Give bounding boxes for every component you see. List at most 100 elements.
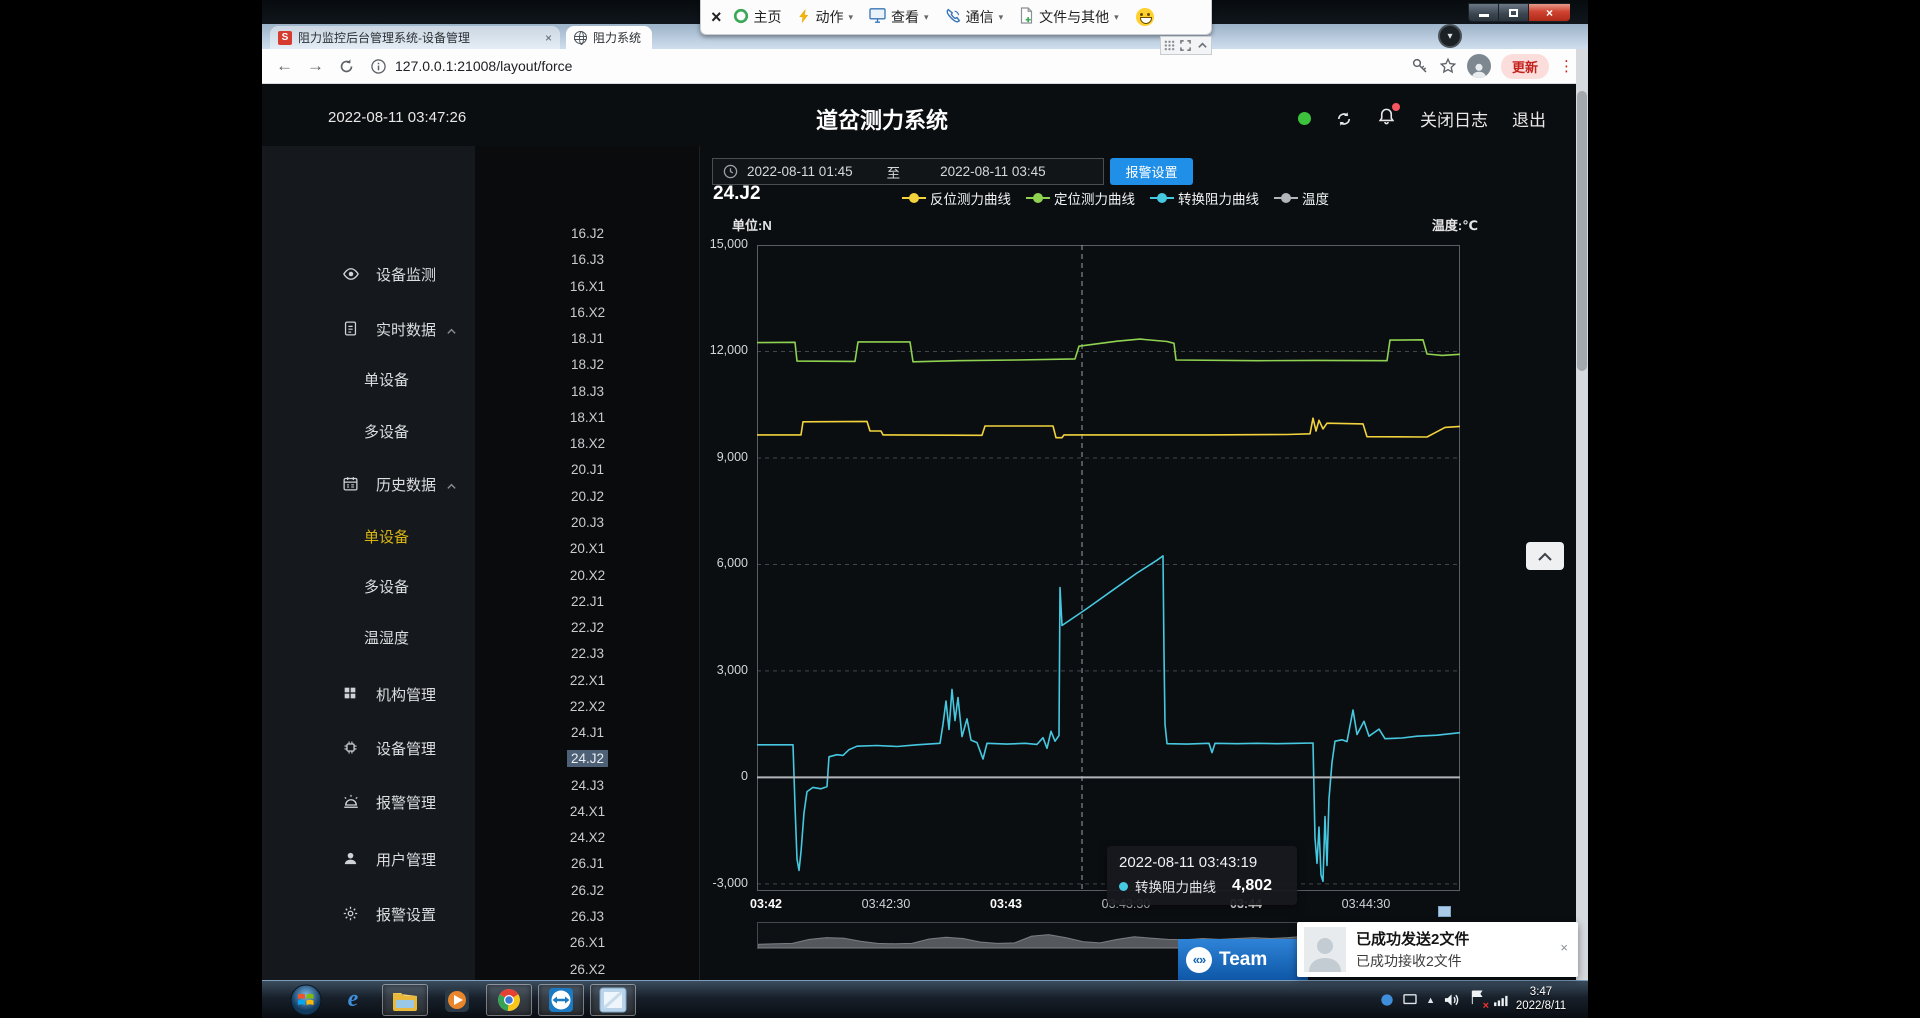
- sidebar-item-2[interactable]: 历史数据: [262, 469, 475, 499]
- clock-icon: [723, 164, 738, 179]
- logout-button[interactable]: 退出: [1512, 106, 1546, 131]
- file-transfer-notification[interactable]: 已成功发送2文件 已成功接收2文件 ×: [1297, 922, 1578, 977]
- tv-menu-5[interactable]: 文件与其他▾: [1019, 7, 1119, 27]
- tv-menu-1[interactable]: 主页: [733, 7, 782, 27]
- device-item-26.J1[interactable]: 26.J1: [475, 851, 700, 877]
- device-item-18.J3[interactable]: 18.J3: [475, 379, 700, 405]
- legend-item-1[interactable]: 定位测力曲线: [1026, 188, 1135, 208]
- legend-item-3[interactable]: 温度: [1274, 188, 1329, 208]
- volume-icon[interactable]: [1444, 993, 1461, 1007]
- taskbar-app-window[interactable]: [590, 984, 636, 1016]
- refresh-icon[interactable]: [1335, 110, 1353, 128]
- chrome-icon: [496, 987, 522, 1013]
- sidebar-item-7[interactable]: 报警设置: [262, 899, 475, 929]
- device-item-22.J1[interactable]: 22.J1: [475, 589, 700, 615]
- taskbar-chrome[interactable]: [486, 984, 532, 1016]
- device-item-20.J3[interactable]: 20.J3: [475, 510, 700, 536]
- tv-menu-3[interactable]: 查看▾: [869, 7, 929, 27]
- tv-pulldown-button[interactable]: ▾: [1438, 24, 1462, 48]
- datazoom-handle[interactable]: [1438, 906, 1451, 917]
- taskbar-clock[interactable]: 3:47 2022/8/11: [1510, 985, 1572, 1013]
- page-scrollbar[interactable]: [1576, 49, 1588, 980]
- window-minimize-button[interactable]: [1468, 3, 1498, 22]
- sidebar-item-1[interactable]: 实时数据: [262, 314, 475, 344]
- network-signal-icon[interactable]: [1493, 994, 1510, 1007]
- window-maximize-button[interactable]: [1498, 3, 1528, 22]
- status-dot: [1298, 112, 1311, 125]
- info-icon[interactable]: [371, 59, 386, 74]
- sidebar-item-5[interactable]: 报警管理: [262, 787, 475, 817]
- sidebar-subitem-1-1[interactable]: 多设备: [262, 416, 475, 446]
- feedback-smiley-icon[interactable]: [1136, 8, 1154, 26]
- device-item-26.J3[interactable]: 26.J3: [475, 904, 700, 930]
- device-item-16.X1[interactable]: 16.X1: [475, 274, 700, 300]
- legend-marker-icon: [1274, 193, 1298, 203]
- reload-icon[interactable]: [338, 58, 355, 75]
- tab-force-system[interactable]: 阻力系统: [566, 26, 652, 49]
- teamviewer-popup[interactable]: «» Team: [1178, 939, 1308, 980]
- expand-icon[interactable]: [1180, 40, 1191, 51]
- chevron-up-icon[interactable]: [1197, 40, 1208, 51]
- tab-admin-system[interactable]: S 阻力监控后台管理系统-设备管理 ×: [270, 26, 560, 49]
- device-item-24.X2[interactable]: 24.X2: [475, 825, 700, 851]
- chrome-update-button[interactable]: 更新: [1501, 54, 1549, 79]
- device-item-22.X2[interactable]: 22.X2: [475, 694, 700, 720]
- sidebar-subitem-2-1[interactable]: 多设备: [262, 571, 475, 601]
- taskbar-explorer[interactable]: [382, 984, 428, 1016]
- tray-window-icon[interactable]: [1403, 994, 1417, 1006]
- alarm-settings-button[interactable]: 报警设置: [1110, 158, 1193, 185]
- device-item-22.J2[interactable]: 22.J2: [475, 615, 700, 641]
- sidebar-subitem-1-0[interactable]: 单设备: [262, 364, 475, 394]
- close-log-button[interactable]: 关闭日志: [1420, 106, 1488, 131]
- scrollbar-thumb[interactable]: [1577, 91, 1587, 371]
- notification-close-icon[interactable]: ×: [1560, 940, 1568, 955]
- taskbar-wmp[interactable]: [434, 984, 480, 1016]
- legend-item-2[interactable]: 转换阻力曲线: [1150, 188, 1259, 208]
- tray-overflow-icon[interactable]: ▲: [1426, 995, 1435, 1005]
- back-icon[interactable]: ←: [276, 56, 293, 76]
- device-item-24.J1[interactable]: 24.J1: [475, 720, 700, 746]
- device-item-26.X1[interactable]: 26.X1: [475, 930, 700, 956]
- device-item-24.X1[interactable]: 24.X1: [475, 799, 700, 825]
- tab-close-icon[interactable]: ×: [545, 31, 552, 45]
- chevron-up-icon: [446, 479, 457, 490]
- forward-icon[interactable]: →: [307, 56, 324, 76]
- device-item-16.X2[interactable]: 16.X2: [475, 300, 700, 326]
- tray-app-icon[interactable]: [1380, 993, 1394, 1007]
- taskbar-ie[interactable]: e: [330, 984, 376, 1016]
- tv-close-icon[interactable]: ×: [711, 7, 722, 28]
- browser-menu-icon[interactable]: ⋮: [1559, 57, 1574, 75]
- range-start[interactable]: 2022-08-11 01:45: [747, 164, 853, 179]
- device-item-26.X2[interactable]: 26.X2: [475, 957, 700, 983]
- y-tick-label: 6,000: [648, 556, 748, 570]
- taskbar-teamviewer[interactable]: [538, 984, 584, 1016]
- sidebar-item-6[interactable]: 用户管理: [262, 844, 475, 874]
- start-orb-icon[interactable]: [288, 982, 324, 1018]
- window-close-button[interactable]: ×: [1528, 3, 1570, 22]
- y-tick-label: 3,000: [648, 663, 748, 677]
- key-icon[interactable]: [1411, 57, 1429, 75]
- sidebar-item-4[interactable]: 设备管理: [262, 733, 475, 763]
- tv-menu-4[interactable]: 通信▾: [945, 7, 1004, 27]
- device-item-16.J3[interactable]: 16.J3: [475, 247, 700, 273]
- action-center-flag[interactable]: ×: [1470, 990, 1484, 1010]
- teamviewer-icon: [548, 987, 574, 1013]
- bookmark-star-icon[interactable]: [1439, 57, 1457, 75]
- back-to-top-button[interactable]: [1526, 542, 1564, 570]
- device-item-20.J2[interactable]: 20.J2: [475, 484, 700, 510]
- date-range-picker[interactable]: 2022-08-11 01:45 至 2022-08-11 03:45: [712, 158, 1104, 185]
- address-bar[interactable]: 127.0.0.1:21008/layout/force: [371, 58, 1411, 74]
- sidebar-subitem-2-0[interactable]: 单设备: [262, 521, 475, 551]
- sidebar-item-3[interactable]: 机构管理: [262, 679, 475, 709]
- grid-dots-icon[interactable]: [1164, 40, 1175, 51]
- sidebar-item-0[interactable]: 设备监测: [262, 259, 475, 289]
- chart-plot-area[interactable]: [757, 245, 1460, 891]
- profile-avatar[interactable]: [1467, 54, 1491, 78]
- sidebar-subitem-2-2[interactable]: 温湿度: [262, 622, 475, 652]
- range-end[interactable]: 2022-08-11 03:45: [940, 164, 1046, 179]
- close-icon: ×: [1546, 6, 1553, 20]
- notification-bell[interactable]: [1377, 107, 1396, 131]
- device-item-18.X1[interactable]: 18.X1: [475, 405, 700, 431]
- tv-menu-2[interactable]: 动作▾: [798, 7, 854, 27]
- legend-item-0[interactable]: 反位测力曲线: [902, 188, 1011, 208]
